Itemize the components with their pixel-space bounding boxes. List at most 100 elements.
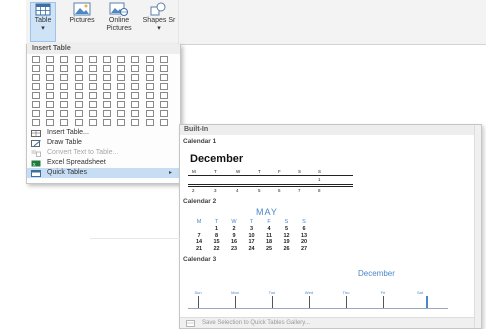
table-grid-cell[interactable] (131, 119, 140, 126)
table-grid-cell[interactable] (145, 119, 154, 126)
table-grid-cell[interactable] (32, 92, 40, 99)
table-grid-cell[interactable] (145, 101, 154, 108)
table-grid-cell[interactable] (88, 56, 97, 63)
table-grid-cell[interactable] (145, 65, 154, 72)
table-grid-cell[interactable] (103, 92, 111, 99)
table-grid-cell[interactable] (60, 101, 69, 108)
menu-item-insert-table[interactable]: Insert Table... (27, 128, 180, 138)
table-grid-cell[interactable] (117, 110, 126, 117)
table-grid-cell[interactable] (159, 101, 168, 108)
table-grid-cell[interactable] (131, 74, 140, 81)
calendar-3-template[interactable]: December Sun Mon Tue Wed Thu Fri Sat (180, 263, 470, 315)
online-pictures-button[interactable]: Online Pictures (102, 2, 136, 42)
table-grid-cell[interactable] (103, 56, 111, 63)
table-grid-cell[interactable] (60, 56, 69, 63)
calendar-1-rule (188, 186, 353, 187)
menu-item-excel-spreadsheet[interactable]: x Excel Spreadsheet (27, 158, 180, 168)
table-grid-cell[interactable] (32, 119, 40, 126)
table-grid-cell[interactable] (60, 74, 69, 81)
table-grid-cell[interactable] (117, 65, 126, 72)
table-grid-cell[interactable] (131, 92, 140, 99)
table-grid-cell[interactable] (60, 92, 69, 99)
table-grid-cell[interactable] (131, 56, 140, 63)
table-grid-cell[interactable] (159, 56, 168, 63)
table-grid-cell[interactable] (159, 83, 168, 90)
table-grid-cell[interactable] (46, 119, 55, 126)
table-grid-cell[interactable] (145, 110, 154, 117)
table-grid-cell[interactable] (103, 110, 111, 117)
table-grid-cell[interactable] (88, 65, 97, 72)
table-button[interactable]: Table ▾ (30, 2, 56, 42)
table-grid-cell[interactable] (131, 65, 140, 72)
table-grid-cell[interactable] (60, 83, 69, 90)
table-grid-cell[interactable] (60, 119, 69, 126)
table-grid-cell[interactable] (103, 65, 111, 72)
table-grid-cell[interactable] (117, 83, 126, 90)
table-grid-cell[interactable] (32, 74, 40, 81)
table-grid-cell[interactable] (103, 74, 111, 81)
calendar-1-template[interactable]: December M T W T F S S 1 2 3 4 5 6 7 8 (180, 147, 470, 197)
table-grid-cell[interactable] (74, 56, 83, 63)
table-grid-cell[interactable] (32, 65, 40, 72)
chevron-down-icon: ▾ (41, 25, 45, 32)
table-grid-cell[interactable] (131, 101, 140, 108)
table-grid-cell[interactable] (32, 83, 40, 90)
shapes-extra: Sr (168, 17, 176, 24)
table-grid-cell[interactable] (46, 83, 55, 90)
table-grid-cell[interactable] (145, 92, 154, 99)
menu-item-draw-table[interactable]: Draw Table (27, 138, 180, 148)
table-grid-cell[interactable] (131, 83, 140, 90)
calendar-2-template[interactable]: MAY M T W T F S S 1 2 3 4 5 6 7 8 9 10 11 12 13 14 15 16 17 18 19… (180, 205, 470, 255)
gallery-scrollbar[interactable] (474, 125, 481, 328)
online-pictures-label-2: Pictures (106, 25, 132, 32)
table-grid-cell[interactable] (103, 119, 111, 126)
table-grid-cell[interactable] (159, 65, 168, 72)
table-grid-cell[interactable] (74, 65, 83, 72)
table-grid-cell[interactable] (32, 56, 40, 63)
table-grid-cell[interactable] (88, 101, 97, 108)
table-grid-cell[interactable] (145, 74, 154, 81)
table-grid-cell[interactable] (60, 110, 69, 117)
table-grid-cell[interactable] (46, 92, 55, 99)
table-grid-cell[interactable] (103, 83, 111, 90)
menu-item-quick-tables[interactable]: Quick Tables ▸ (27, 168, 180, 178)
table-grid-cell[interactable] (46, 110, 55, 117)
table-grid-cell[interactable] (88, 110, 97, 117)
table-grid-cell[interactable] (74, 110, 83, 117)
table-grid-cell[interactable] (117, 74, 126, 81)
table-grid-cell[interactable] (117, 119, 126, 126)
table-grid-cell[interactable] (103, 101, 111, 108)
table-grid-cell[interactable] (159, 74, 168, 81)
pictures-button[interactable]: Pictures (68, 2, 96, 42)
built-in-header: Built-In (180, 125, 481, 135)
table-grid-cell[interactable] (117, 101, 126, 108)
table-grid-cell[interactable] (88, 74, 97, 81)
table-grid-cell[interactable] (46, 65, 55, 72)
table-grid-cell[interactable] (159, 110, 168, 117)
table-grid-cell[interactable] (145, 83, 154, 90)
table-grid-cell[interactable] (88, 92, 97, 99)
table-grid-cell[interactable] (32, 101, 40, 108)
table-grid-cell[interactable] (46, 56, 55, 63)
table-grid-cell[interactable] (46, 74, 55, 81)
table-grid-cell[interactable] (117, 92, 126, 99)
table-grid-cell[interactable] (60, 65, 69, 72)
table-grid-cell[interactable] (74, 92, 83, 99)
table-grid-cell[interactable] (159, 92, 168, 99)
shapes-label: Shapes (142, 17, 167, 24)
calendar-1-day-header: W (236, 169, 241, 174)
shapes-button[interactable]: Shapes Sr ▾ (140, 2, 178, 42)
table-grid-cell[interactable] (74, 101, 83, 108)
table-grid-cell[interactable] (88, 119, 97, 126)
table-grid-cell[interactable] (74, 74, 83, 81)
table-grid-cell[interactable] (145, 56, 154, 63)
table-grid-cell[interactable] (131, 110, 140, 117)
table-grid-cell[interactable] (88, 83, 97, 90)
table-grid-cell[interactable] (32, 110, 40, 117)
calendar-3-day-header: Fri (380, 290, 386, 295)
table-grid-cell[interactable] (46, 101, 55, 108)
table-grid-cell[interactable] (74, 119, 83, 126)
table-grid-cell[interactable] (159, 119, 168, 126)
table-grid-cell[interactable] (74, 83, 83, 90)
table-grid-cell[interactable] (117, 56, 126, 63)
